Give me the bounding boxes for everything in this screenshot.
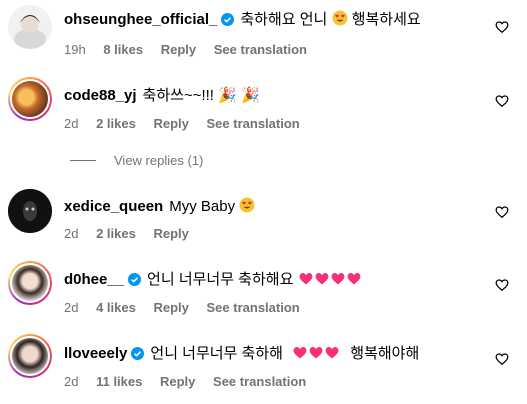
heart-outline-icon[interactable] [495,20,509,34]
comment-text: 축하쓰~~!!! 🎉 🎉 [142,87,260,104]
see-translation-button[interactable]: See translation [213,374,306,389]
heart-outline-icon[interactable] [495,94,509,108]
heart-outline-icon[interactable] [495,278,509,292]
timestamp: 2d [64,226,79,241]
likes-count[interactable]: 11 likes [96,374,142,389]
timestamp: 2d [64,116,79,131]
verified-badge-icon [131,347,145,360]
comment-text-suffix: 행복하세요 [351,11,421,28]
username[interactable]: lloveeely [64,345,127,362]
heart-emoji-icon [347,272,360,285]
view-replies-button[interactable]: View replies (1) [70,153,203,168]
likes-count[interactable]: 2 likes [96,116,136,131]
heart-emoji-icon [325,346,339,359]
comment-text-suffix: 행복해야해 [350,345,420,362]
reply-button[interactable]: Reply [160,374,195,389]
likes-count[interactable]: 4 likes [96,300,136,315]
heart-outline-icon[interactable] [495,352,509,366]
heart-eyes-emoji-icon [332,10,348,26]
heart-emoji-icon [331,272,344,285]
see-translation-button[interactable]: See translation [207,300,300,315]
username[interactable]: d0hee__ [64,271,124,288]
comment-text: 언니 너무너무 축하해 [150,345,283,362]
reply-button[interactable]: Reply [153,300,188,315]
username[interactable]: xedice_queen [64,198,163,215]
timestamp: 2d [64,300,79,315]
comment-text: 축하해요 언니 [240,11,328,28]
likes-count[interactable]: 8 likes [103,42,143,57]
heart-emoji-icon [293,346,307,359]
view-replies-label: View replies (1) [114,153,204,168]
comment-text: Myy Baby [169,198,236,215]
heart-emoji-icon [315,272,328,285]
likes-count[interactable]: 2 likes [96,226,136,241]
avatar[interactable] [8,189,52,233]
username[interactable]: code88_yj [64,87,137,104]
heart-eyes-emoji-icon [239,197,255,213]
see-translation-button[interactable]: See translation [207,116,300,131]
verified-badge-icon [128,273,142,286]
comment-text: 언니 너무너무 축하해요 [147,271,294,288]
reply-button[interactable]: Reply [153,226,188,241]
heart-emoji-icon [299,272,312,285]
verified-badge-icon [221,13,235,26]
avatar[interactable] [8,5,52,49]
avatar[interactable] [8,261,52,305]
timestamp: 2d [64,374,79,389]
avatar[interactable] [8,77,52,121]
avatar[interactable] [8,334,52,378]
see-translation-button[interactable]: See translation [214,42,307,57]
heart-emoji-icon [309,346,323,359]
reply-button[interactable]: Reply [161,42,196,57]
heart-outline-icon[interactable] [495,205,509,219]
username[interactable]: ohseunghee_official_ [64,11,217,28]
divider [70,160,96,161]
reply-button[interactable]: Reply [153,116,188,131]
timestamp: 19h [64,42,86,57]
